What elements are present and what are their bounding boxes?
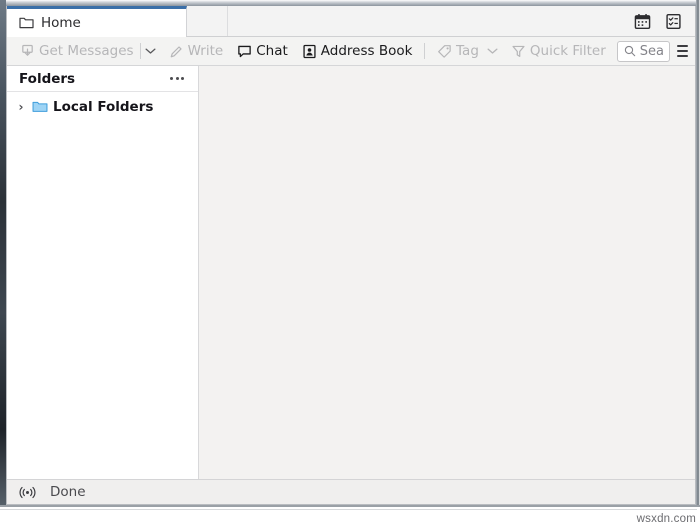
address-book-button[interactable]: Address Book bbox=[297, 40, 418, 63]
tag-split-button: Tag bbox=[432, 40, 502, 63]
activity-broadcast-icon[interactable] bbox=[19, 486, 36, 499]
tab-label: Home bbox=[41, 14, 81, 31]
main-toolbar: Get Messages Write Chat Address Book Tag… bbox=[7, 37, 695, 66]
get-messages-dropdown-chevron-down-icon[interactable] bbox=[142, 40, 160, 63]
tab-home[interactable]: Home bbox=[7, 6, 187, 37]
toolbar-separator bbox=[139, 43, 141, 59]
tag-button[interactable]: Tag bbox=[432, 40, 484, 63]
thunderbird-window: Home Get Messages Write Chat Address Boo… bbox=[6, 6, 696, 505]
chat-button[interactable]: Chat bbox=[232, 40, 293, 63]
calendar-icon[interactable] bbox=[633, 12, 652, 31]
folder-tree: › Local Folders bbox=[7, 92, 198, 479]
quick-filter-button[interactable]: Quick Filter bbox=[506, 40, 611, 63]
get-messages-split-button: Get Messages bbox=[15, 40, 160, 63]
tag-icon bbox=[437, 44, 452, 59]
funnel-icon bbox=[511, 44, 526, 59]
content-pane bbox=[199, 66, 695, 479]
folder-pane-title: Folders bbox=[19, 70, 76, 87]
get-messages-button[interactable]: Get Messages bbox=[15, 40, 139, 63]
toolbar-separator-2 bbox=[424, 43, 426, 59]
pencil-icon bbox=[169, 44, 184, 59]
watermark: wsxdn.com bbox=[636, 513, 696, 525]
tab-bar-actions bbox=[633, 6, 695, 36]
tab-bar-spacer bbox=[228, 6, 633, 36]
folder-item-local-folders[interactable]: › Local Folders bbox=[7, 96, 198, 117]
window-frame-bottom-shadow bbox=[0, 509, 697, 510]
chat-label: Chat bbox=[256, 43, 288, 59]
search-icon bbox=[624, 45, 636, 57]
address-book-label: Address Book bbox=[320, 43, 413, 59]
tag-dropdown-chevron-down-icon[interactable] bbox=[484, 40, 502, 63]
tab-bar: Home bbox=[7, 6, 695, 37]
search-placeholder: Search <C bbox=[639, 43, 666, 59]
status-text: Done bbox=[50, 484, 86, 500]
window-frame-bottom bbox=[0, 505, 700, 507]
folder-pane: Folders › Local Folders bbox=[7, 66, 199, 479]
tag-label: Tag bbox=[456, 43, 479, 59]
get-messages-icon bbox=[20, 44, 35, 59]
window-frame-right bbox=[696, 0, 700, 505]
status-bar: Done bbox=[7, 479, 695, 504]
main-body: Folders › Local Folders bbox=[7, 66, 695, 479]
folder-icon bbox=[32, 100, 48, 113]
search-input[interactable]: Search <C bbox=[616, 40, 671, 62]
folder-pane-header: Folders bbox=[7, 66, 198, 92]
chevron-right-icon[interactable]: › bbox=[15, 100, 27, 114]
chat-bubble-icon bbox=[237, 44, 252, 59]
get-messages-label: Get Messages bbox=[39, 43, 134, 59]
address-book-icon bbox=[302, 44, 317, 59]
tab-strip-filler bbox=[187, 6, 228, 36]
desktop-background: Home Get Messages Write Chat Address Boo… bbox=[0, 0, 700, 532]
write-label: Write bbox=[187, 43, 224, 59]
quick-filter-label: Quick Filter bbox=[529, 43, 606, 59]
more-options-icon[interactable] bbox=[168, 74, 186, 83]
hamburger-menu-icon[interactable] bbox=[676, 40, 689, 63]
write-button[interactable]: Write bbox=[164, 40, 229, 63]
below-window-area: wsxdn.com bbox=[0, 505, 700, 532]
tasks-icon[interactable] bbox=[664, 12, 683, 31]
folder-icon bbox=[19, 16, 34, 29]
folder-item-label: Local Folders bbox=[53, 98, 154, 115]
